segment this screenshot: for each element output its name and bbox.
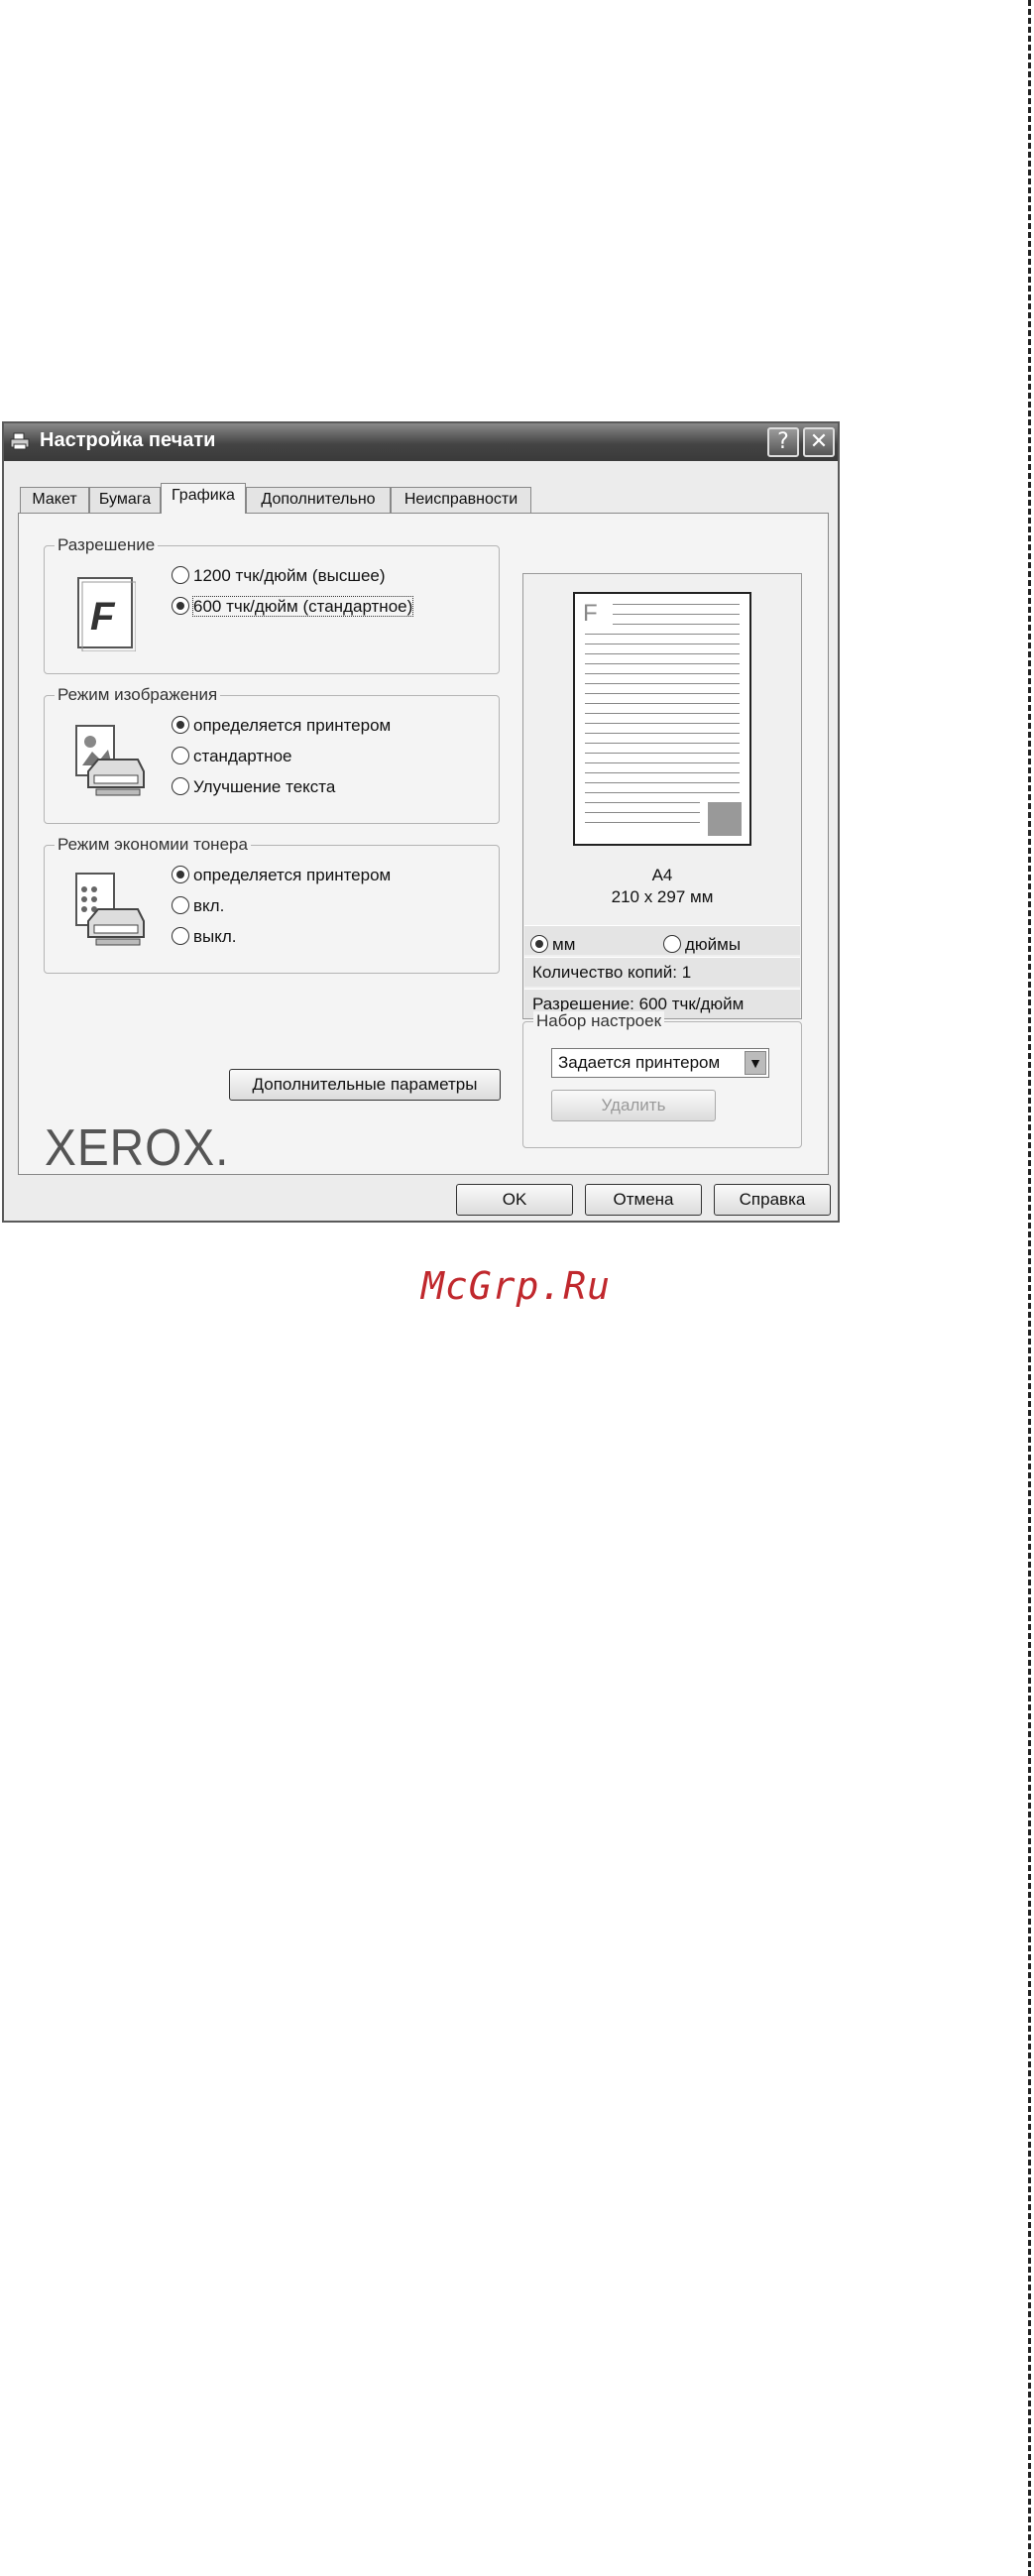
image-mode-option-text[interactable]: Улучшение текста xyxy=(172,777,335,799)
paper-size: 210 x 297 мм xyxy=(611,887,714,906)
toner-save-option-printer[interactable]: определяется принтером xyxy=(172,866,391,887)
units-row: мм дюймы xyxy=(524,925,800,955)
delete-favorite-button[interactable]: Удалить xyxy=(551,1090,716,1121)
page-preview-sheet: F xyxy=(573,592,751,846)
radio-button[interactable] xyxy=(172,896,189,914)
sheet-line xyxy=(585,753,740,754)
image-mode-group: Режим изображения определяется принтером… xyxy=(44,685,500,824)
sheet-line xyxy=(585,782,740,783)
toner-save-printer-icon xyxy=(75,873,145,946)
sheet-line xyxy=(613,604,740,605)
sheet-line xyxy=(585,634,740,635)
watermark-text: McGrp.Ru xyxy=(421,1264,612,1308)
radio-button-selected[interactable] xyxy=(172,597,189,615)
toner-save-option-off[interactable]: выкл. xyxy=(172,927,237,949)
sheet-line xyxy=(585,683,740,684)
printer-icon xyxy=(10,432,30,450)
sheet-line xyxy=(585,822,700,823)
toner-save-group: Режим экономии тонера определяется принт… xyxy=(44,835,500,974)
sheet-line xyxy=(585,663,740,664)
sheet-line xyxy=(585,723,740,724)
print-settings-dialog: Настройка печати ? ✕ Макет Бумага График… xyxy=(2,421,840,1223)
sheet-line xyxy=(585,772,740,773)
sheet-line xyxy=(585,812,700,813)
image-mode-option-text-label: Улучшение текста xyxy=(193,777,336,796)
radio-button[interactable] xyxy=(663,935,681,953)
image-mode-group-label: Режим изображения xyxy=(55,685,221,705)
radio-button-selected[interactable] xyxy=(172,716,189,734)
sheet-image-block xyxy=(708,802,742,836)
dialog-title: Настройка печати xyxy=(40,429,216,451)
help-title-button[interactable]: ? xyxy=(767,427,799,457)
image-mode-option-standard-label: стандартное xyxy=(193,747,292,765)
units-option-inches-label: дюймы xyxy=(685,935,742,954)
resolution-document-icon: F xyxy=(77,577,136,651)
favorites-selected-value: Задается принтером xyxy=(558,1053,721,1072)
page-preview-box: F A4 210 x 297 мм мм дюймы Количество ко… xyxy=(522,573,802,1019)
toner-save-option-on-label: вкл. xyxy=(193,896,225,915)
sheet-line xyxy=(613,614,740,615)
title-bar[interactable]: Настройка печати ? ✕ xyxy=(4,423,838,461)
radio-button[interactable] xyxy=(172,927,189,945)
copies-info: Количество копий: 1 xyxy=(524,957,800,987)
resolution-group: Разрешение F 1200 тчк/дюйм (высшее) 600 … xyxy=(44,535,500,674)
favorites-group-label: Набор настроек xyxy=(533,1011,665,1031)
sheet-line xyxy=(585,653,740,654)
ok-button[interactable]: OK xyxy=(456,1184,573,1216)
sheet-line xyxy=(585,733,740,734)
resolution-group-label: Разрешение xyxy=(55,535,159,555)
radio-button[interactable] xyxy=(172,777,189,795)
toner-save-option-off-label: выкл. xyxy=(193,927,237,946)
resolution-option-600-label: 600 тчк/дюйм (стандартное) xyxy=(191,596,414,617)
favorites-group: Набор настроек Задается принтером ▼ Удал… xyxy=(522,1011,802,1148)
sheet-line xyxy=(585,703,740,704)
close-button[interactable]: ✕ xyxy=(803,427,835,457)
graphics-panel: Разрешение F 1200 тчк/дюйм (высшее) 600 … xyxy=(18,513,829,1177)
tab-extras[interactable]: Дополнительно xyxy=(246,487,391,513)
advanced-options-button[interactable]: Дополнительные параметры xyxy=(229,1069,501,1101)
sheet-line xyxy=(613,624,740,625)
sheet-line xyxy=(585,713,740,714)
toner-save-group-label: Режим экономии тонера xyxy=(55,835,251,855)
page-cut-line xyxy=(1028,0,1031,2576)
radio-button[interactable] xyxy=(172,566,189,584)
tab-troubleshooting[interactable]: Неисправности xyxy=(391,487,531,513)
paper-name: A4 xyxy=(651,866,673,884)
sheet-letter: F xyxy=(583,600,598,627)
tab-paper[interactable]: Бумага xyxy=(89,487,161,513)
resolution-option-600[interactable]: 600 тчк/дюйм (стандартное) xyxy=(172,596,414,619)
sheet-line xyxy=(585,673,740,674)
sheet-line xyxy=(585,802,700,803)
help-button[interactable]: Справка xyxy=(714,1184,831,1216)
image-mode-option-standard[interactable]: стандартное xyxy=(172,747,291,768)
sheet-line xyxy=(585,743,740,744)
tab-graphics[interactable]: Графика xyxy=(161,483,246,514)
image-mode-option-printer-label: определяется принтером xyxy=(193,716,392,735)
toner-save-option-printer-label: определяется принтером xyxy=(193,866,392,884)
radio-button-selected[interactable] xyxy=(530,935,548,953)
cancel-button[interactable]: Отмена xyxy=(585,1184,702,1216)
sheet-line xyxy=(585,693,740,694)
sheet-line xyxy=(585,792,740,793)
units-option-mm-label: мм xyxy=(552,935,576,954)
sheet-line xyxy=(585,762,740,763)
favorites-select[interactable]: Задается принтером ▼ xyxy=(551,1048,769,1078)
image-mode-option-printer[interactable]: определяется принтером xyxy=(172,716,391,738)
chevron-down-icon[interactable]: ▼ xyxy=(745,1051,766,1075)
resolution-option-1200[interactable]: 1200 тчк/дюйм (высшее) xyxy=(172,566,386,588)
radio-button-selected[interactable] xyxy=(172,866,189,883)
image-mode-printer-icon xyxy=(75,725,145,796)
radio-button[interactable] xyxy=(172,747,189,764)
units-option-mm[interactable]: мм xyxy=(530,930,576,954)
xerox-logo: XEROX. xyxy=(45,1119,230,1177)
units-option-inches[interactable]: дюймы xyxy=(663,930,742,954)
resolution-icon-letter: F xyxy=(90,595,116,639)
tab-layout[interactable]: Макет xyxy=(20,487,89,513)
resolution-option-1200-label: 1200 тчк/дюйм (высшее) xyxy=(193,566,386,585)
toner-save-option-on[interactable]: вкл. xyxy=(172,896,224,918)
